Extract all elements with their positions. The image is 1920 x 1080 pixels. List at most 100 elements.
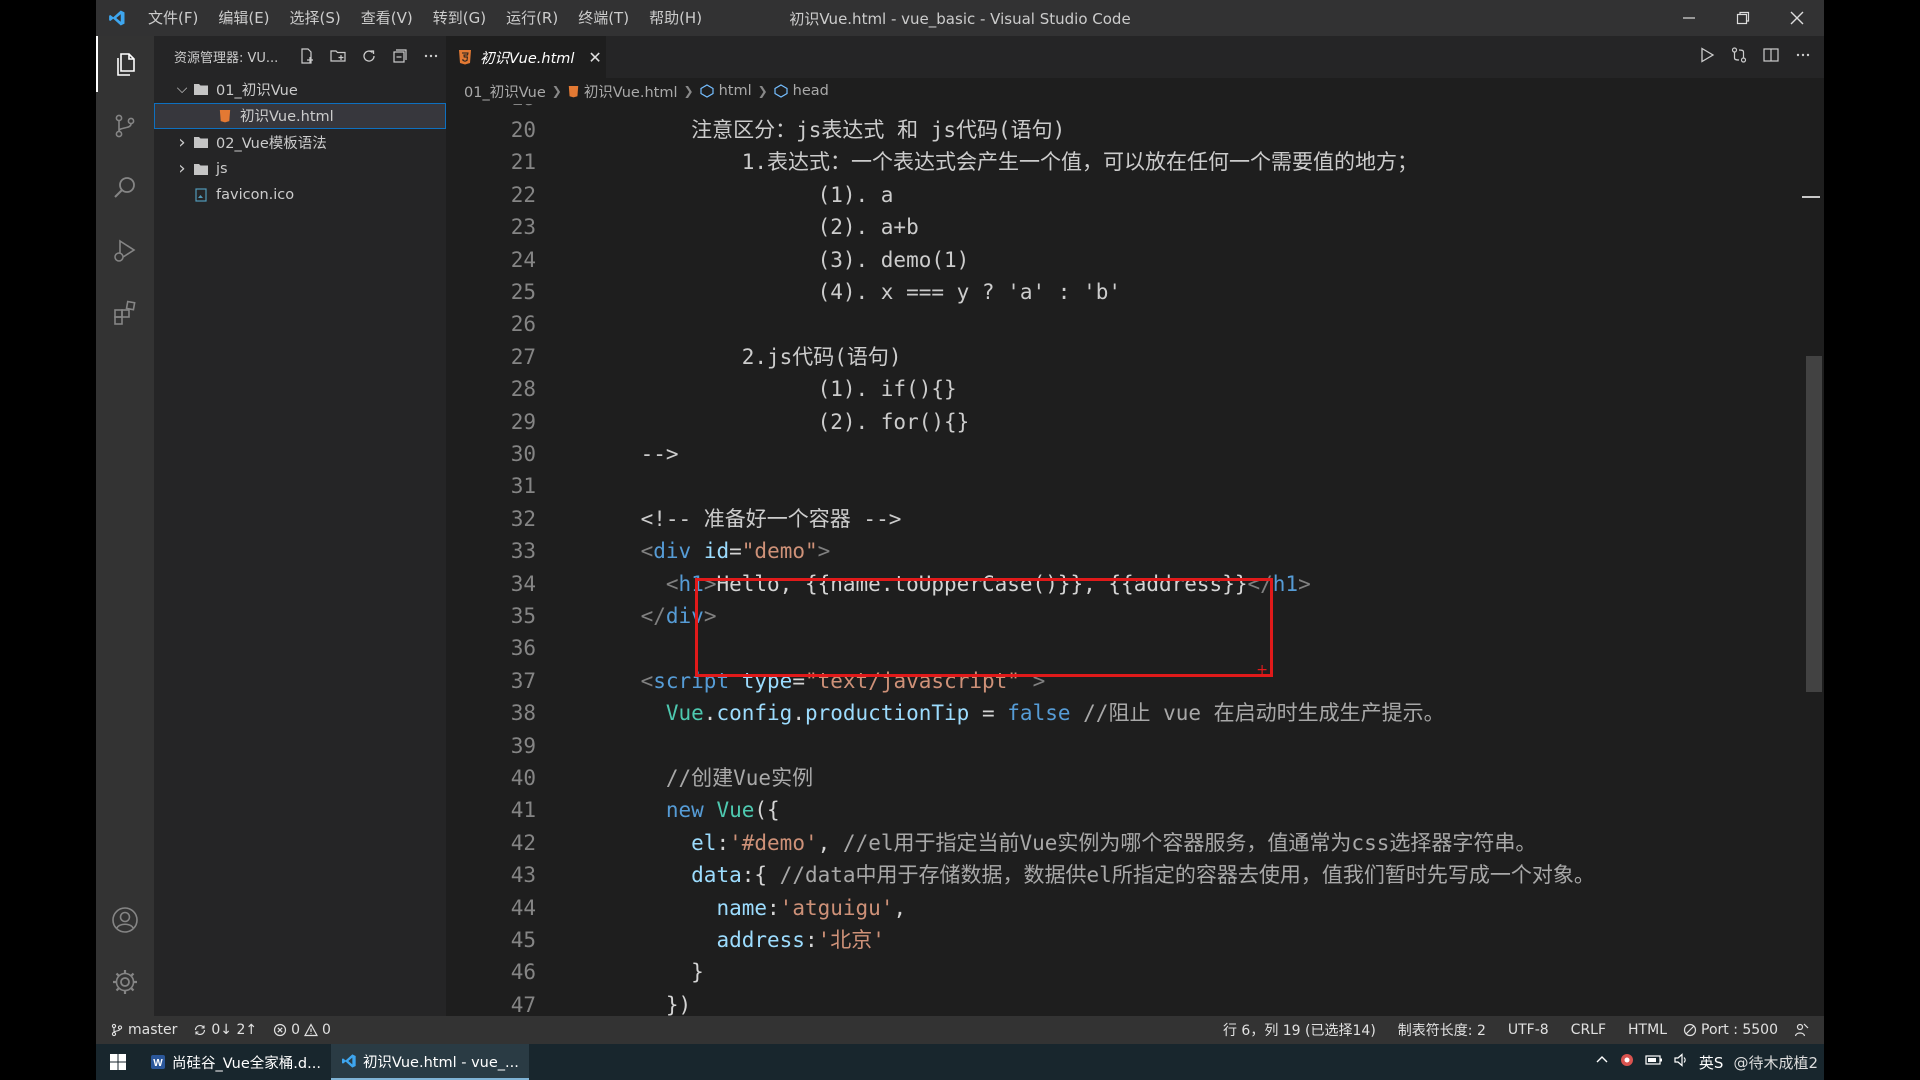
editor-more-button[interactable] [1794,46,1812,68]
breadcrumb-head[interactable]: head [793,83,829,99]
tree-item-label: favicon.ico [216,187,295,204]
language-mode[interactable]: HTML [1620,1022,1675,1038]
feedback-button[interactable] [1786,1022,1824,1038]
menu-go[interactable]: 转到(G) [423,0,496,36]
sync-icon [195,1024,206,1036]
scroll-thumb[interactable] [1806,356,1822,692]
menu-run[interactable]: 运行(R) [496,0,568,36]
explorer-activity[interactable] [96,36,154,92]
explorer-title: 资源管理器: VU... [174,50,279,66]
code-token: = [792,668,805,693]
app-tray-icon[interactable] [1619,1052,1635,1072]
git-branch-icon [111,1023,123,1037]
menu-terminal[interactable]: 终端(T) [568,0,639,36]
code-token: : [804,928,818,952]
tree-item-label: 02_Vue模板语法 [216,135,327,152]
collapse-all-icon [392,49,407,63]
line-code: 注意区分：js表达式 和 js代码(语句) [590,114,1065,146]
tab-close-icon[interactable]: ✕ [588,48,601,67]
line-number: 30 [510,442,536,466]
tree-folder[interactable]: › js [154,156,446,183]
code-token: //data中用于存储数据，数据供el所指定的容器去使用，值我们暂时先写成一个对… [779,863,1595,888]
breadcrumb: 01_初识Vue ❯ 初识Vue.html ❯ html ❯ head [446,78,1824,104]
line-code: <script type="text/javascript" > [590,665,1046,697]
line-number: 22 [510,182,536,207]
sync-status[interactable]: 0↓ 2↑ [185,1022,265,1038]
code-token: (4). x === y ? 'a' : 'b' [590,280,1122,304]
menu-help[interactable]: 帮助(H) [639,0,712,36]
line-code: //创建Vue实例 [590,762,813,794]
menu-selection[interactable]: 选择(S) [280,0,351,36]
tree-folder[interactable]: › 02_Vue模板语法 [154,129,446,156]
restore-button[interactable] [1716,0,1770,36]
breadcrumb-folder[interactable]: 01_初识Vue [464,81,546,102]
compare-changes-button[interactable] [1730,46,1748,68]
title-bar: 文件(F) 编辑(E) 选择(S) 查看(V) 转到(G) 运行(R) 终端(T… [96,0,1824,36]
start-button[interactable] [96,1044,140,1080]
code-line: 25 (4). x === y ? 'a' : 'b' [446,276,1796,308]
input-method-indicator[interactable]: 英S [1699,1052,1724,1073]
extensions-activity[interactable] [96,284,154,340]
line-number: 41 [510,798,536,823]
chevron-right-icon: › [178,131,186,153]
accounts-activity[interactable] [96,892,154,948]
breadcrumb-file[interactable]: 初识Vue.html [584,81,678,102]
breadcrumb-html[interactable]: html [719,83,752,99]
line-number: 29 [510,409,536,434]
branch-status[interactable]: master [96,1022,185,1038]
search-icon [114,177,135,198]
menu-view[interactable]: 查看(V) [351,0,423,36]
new-file-button[interactable] [291,47,322,65]
line-code: (2). for(){} [590,406,970,438]
cursor-position[interactable]: 行 6，列 19 (已选择14) [1215,1020,1384,1040]
chevron-right-icon: ❯ [683,84,694,98]
code-token: script [653,668,730,693]
line-code: name:'atguigu', [590,892,906,924]
windows-taskbar: W 尚硅谷_Vue全家桶.d... 初识Vue.html - vue_... 英… [96,1044,1824,1080]
search-activity[interactable] [96,160,154,216]
tree-folder[interactable]: ⌵ 01_初识Vue [154,76,446,103]
taskbar-vscode[interactable]: 初识Vue.html - vue_... [330,1044,529,1080]
line-number: 42 [510,830,536,855]
tree-item-label: js [216,160,228,177]
tree-file[interactable]: favicon.ico [154,182,446,209]
eol-status[interactable]: CRLF [1563,1022,1614,1038]
code-line: 46 } [446,956,1796,988]
more-actions-button[interactable] [415,47,446,65]
line-code: (2). a+b [590,211,919,243]
tree-item-label: 初识Vue.html [240,109,334,126]
menu-file[interactable]: 文件(F) [138,0,208,36]
live-server-status[interactable]: Port : 5500 [1675,1022,1786,1038]
close-window-button[interactable] [1770,0,1824,36]
battery-icon[interactable] [1645,1053,1663,1071]
new-folder-button[interactable] [322,47,353,65]
run-file-button[interactable] [1698,46,1716,68]
refresh-button[interactable] [353,47,384,65]
menu-edit[interactable]: 编辑(E) [208,0,279,36]
taskbar-word-document[interactable]: W 尚硅谷_Vue全家桶.d... [140,1044,331,1080]
manage-activity[interactable] [96,954,154,1010]
minimize-button[interactable] [1662,0,1716,36]
problems-status[interactable]: 0 0 [265,1022,339,1038]
chevron-up-icon[interactable] [1595,1053,1609,1071]
explorer-header: 资源管理器: VU... [154,36,446,76]
collapse-all-button[interactable] [384,47,415,65]
tree-file[interactable]: 初识Vue.html [154,102,446,129]
code-editor[interactable]: 19 20 注意区分：js表达式 和 js代码(语句)21 1.表达式：一个表达… [446,104,1796,1016]
editor-scrollbar[interactable] [1798,104,1824,1016]
encoding-status[interactable]: UTF-8 [1500,1022,1557,1038]
tab-size-status[interactable]: 制表符长度: 2 [1390,1020,1494,1040]
source-control-activity[interactable] [96,98,154,154]
volume-icon[interactable] [1673,1052,1689,1072]
code-token: 注意区分：js表达式 和 js代码(语句) [590,118,1066,142]
run-debug-activity[interactable] [96,222,154,278]
tab-active-file[interactable]: 初识Vue.html ✕ [446,36,606,78]
code-line: 37 <script type="text/javascript" > [446,665,1796,697]
chevron-right-icon: › [178,158,186,180]
code-token: "demo" [741,539,818,564]
split-editor-button[interactable] [1762,46,1780,68]
warning-icon [304,1023,319,1037]
feedback-icon [1794,1023,1809,1037]
code-token: , [893,895,907,920]
